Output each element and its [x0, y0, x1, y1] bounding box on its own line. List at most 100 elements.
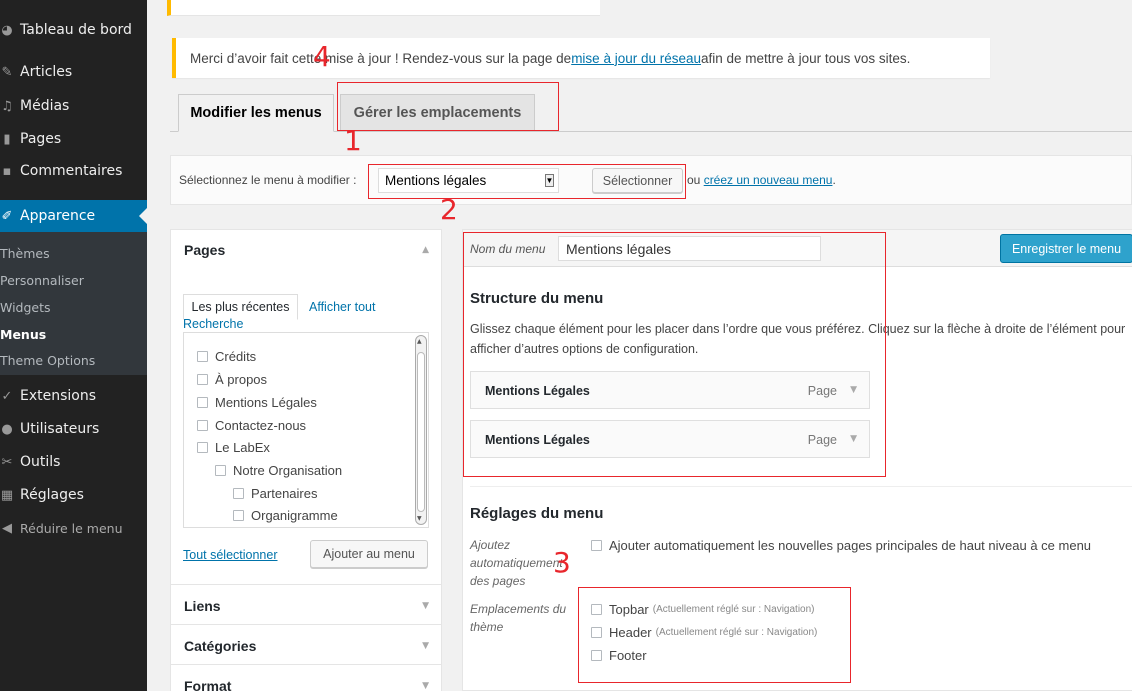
annotation-number-4: 4 [313, 40, 331, 73]
sidebar-item-label: Utilisateurs [20, 421, 100, 437]
expand-arrow-icon: ▼ [422, 681, 429, 691]
list-item[interactable]: Crédits [197, 349, 256, 364]
sidebar-item-dashboard[interactable]: ◕ Tableau de bord [0, 14, 147, 46]
links-panel[interactable]: Liens ▼ [170, 584, 442, 625]
checkbox[interactable] [215, 465, 226, 476]
select-menu-label: Sélectionnez le menu à modifier : [179, 173, 357, 187]
sidebar-item-settings[interactable]: ▦ Réglages [0, 479, 147, 511]
notice-text-before: Merci d’avoir fait cette mise à jour ! R… [190, 50, 572, 66]
period-label: . [832, 173, 836, 187]
sidebar-item-label: Pages [20, 131, 62, 147]
pin-icon: ✎ [1, 64, 13, 80]
collapse-arrow-icon[interactable]: ▲ [422, 245, 429, 255]
sidebar-item-comments[interactable]: ▪ Commentaires [0, 155, 147, 187]
checkbox[interactable] [197, 374, 208, 385]
sidebar-item-label: Articles [20, 64, 73, 80]
scrollbar-thumb[interactable] [417, 352, 425, 512]
expand-arrow-icon: ▼ [422, 641, 429, 651]
sidebar-item-medias[interactable]: ♫ Médias [0, 90, 147, 122]
page-label: Le LabEx [215, 440, 270, 455]
sidebar-item-label: Extensions [20, 388, 97, 404]
sidebar-item-label: Commentaires [20, 163, 123, 179]
collapse-label: Réduire le menu [20, 520, 123, 536]
list-item[interactable]: À propos [197, 372, 267, 387]
list-item[interactable]: Le LabEx [197, 440, 270, 455]
select-all-link[interactable]: Tout sélectionner [183, 548, 278, 562]
list-item[interactable]: Mentions Légales [197, 395, 317, 410]
checkbox[interactable] [233, 510, 244, 521]
pages-checklist: Crédits À propos Mentions Légales Contac… [183, 332, 429, 528]
sidebar-item-extensions[interactable]: ✓ Extensions [0, 380, 147, 412]
page-label: À propos [215, 372, 268, 387]
page-label: Contactez-nous [215, 418, 307, 433]
list-item[interactable]: Contactez-nous [197, 418, 306, 433]
dashboard-icon: ◕ [1, 22, 13, 38]
scroll-up-icon[interactable]: ▲ [417, 338, 422, 345]
brush-icon: ✐ [1, 208, 13, 224]
list-item[interactable]: Notre Organisation [215, 463, 342, 478]
page-label: Notre Organisation [233, 463, 343, 478]
page-icon: ▮ [3, 131, 11, 147]
submenu-item-widgets[interactable]: Widgets [0, 300, 51, 315]
theme-locations-label: Emplacements du thème [470, 602, 567, 634]
sidebar-item-pages[interactable]: ▮ Pages [0, 123, 147, 155]
tab-edit-menus[interactable]: Modifier les menus [178, 94, 334, 132]
wrench-icon: ✂ [1, 454, 13, 470]
annotation-number-3: 3 [553, 546, 571, 579]
plugin-icon: ✓ [1, 388, 13, 404]
collapse-menu-button[interactable]: ◀ Réduire le menu [0, 512, 147, 544]
scroll-down-icon[interactable]: ▼ [417, 515, 422, 522]
submenu-item-menus[interactable]: Menus [0, 327, 46, 342]
sidebar-item-label: Tableau de bord [20, 22, 132, 38]
checkbox[interactable] [233, 488, 244, 499]
pages-panel-title[interactable]: Pages [184, 242, 225, 258]
sidebar-item-label: Médias [20, 98, 70, 114]
sidebar-item-label: Outils [20, 454, 61, 470]
add-to-menu-button[interactable]: Ajouter au menu [310, 540, 428, 568]
sidebar-item-users[interactable]: ● Utilisateurs [0, 413, 147, 445]
page-label: Crédits [215, 349, 257, 364]
auto-add-option[interactable]: Ajouter automatiquement les nouvelles pa… [591, 538, 1091, 553]
create-new-menu-link[interactable]: créez un nouveau menu [704, 173, 833, 187]
sidebar-item-articles[interactable]: ✎ Articles [0, 56, 147, 88]
format-panel[interactable]: Format ▼ [170, 664, 442, 691]
categories-panel-title: Catégories [184, 638, 257, 654]
menu-settings-title: Réglages du menu [470, 505, 604, 522]
links-panel-title: Liens [184, 598, 221, 614]
annotation-box-menu-select [368, 164, 686, 199]
checkbox[interactable] [197, 420, 208, 431]
auto-add-label: Ajoutez automatiquement des pages [470, 538, 563, 588]
or-label: ou [687, 173, 704, 187]
checkbox[interactable] [197, 397, 208, 408]
sidebar-item-appearance[interactable]: ✐ Apparence [0, 200, 147, 232]
list-item[interactable]: Partenaires [233, 486, 317, 501]
submenu-item-theme-options[interactable]: Theme Options [0, 353, 95, 368]
categories-panel[interactable]: Catégories ▼ [170, 624, 442, 665]
user-icon: ● [1, 421, 13, 437]
annotation-number-1: 1 [344, 124, 362, 157]
auto-add-text: Ajouter automatiquement les nouvelles pa… [609, 538, 1092, 553]
sidebar-item-tools[interactable]: ✂ Outils [0, 446, 147, 478]
format-panel-title: Format [184, 678, 232, 691]
checklist-scrollbar[interactable]: ▲ ▼ [415, 335, 427, 525]
sidebar-item-label: Réglages [20, 487, 84, 503]
submenu-item-customize[interactable]: Personnaliser [0, 273, 84, 288]
list-item[interactable]: Organigramme [233, 508, 338, 523]
expand-arrow-icon: ▼ [422, 601, 429, 611]
annotation-box-menu-structure [463, 232, 886, 477]
menu-items-accordion: Pages ▲ Les plus récentes Afficher tout … [170, 229, 442, 691]
auto-add-checkbox[interactable] [591, 540, 602, 551]
collapse-icon: ◀ [2, 520, 12, 536]
checkbox[interactable] [197, 351, 208, 362]
checkbox[interactable] [197, 442, 208, 453]
page-label: Partenaires [251, 486, 318, 501]
comment-icon: ▪ [2, 163, 12, 179]
network-update-link[interactable]: mise à jour du réseau [571, 51, 701, 66]
annotation-number-2: 2 [440, 193, 458, 226]
tab-search[interactable]: Recherche [183, 317, 243, 331]
save-menu-button[interactable]: Enregistrer le menu [1000, 234, 1132, 263]
notice-text-after: afin de mettre à jour tous vos sites. [701, 50, 911, 66]
page-label: Mentions Légales [215, 395, 317, 410]
tab-view-all[interactable]: Afficher tout [309, 300, 375, 314]
submenu-item-themes[interactable]: Thèmes [0, 246, 50, 261]
